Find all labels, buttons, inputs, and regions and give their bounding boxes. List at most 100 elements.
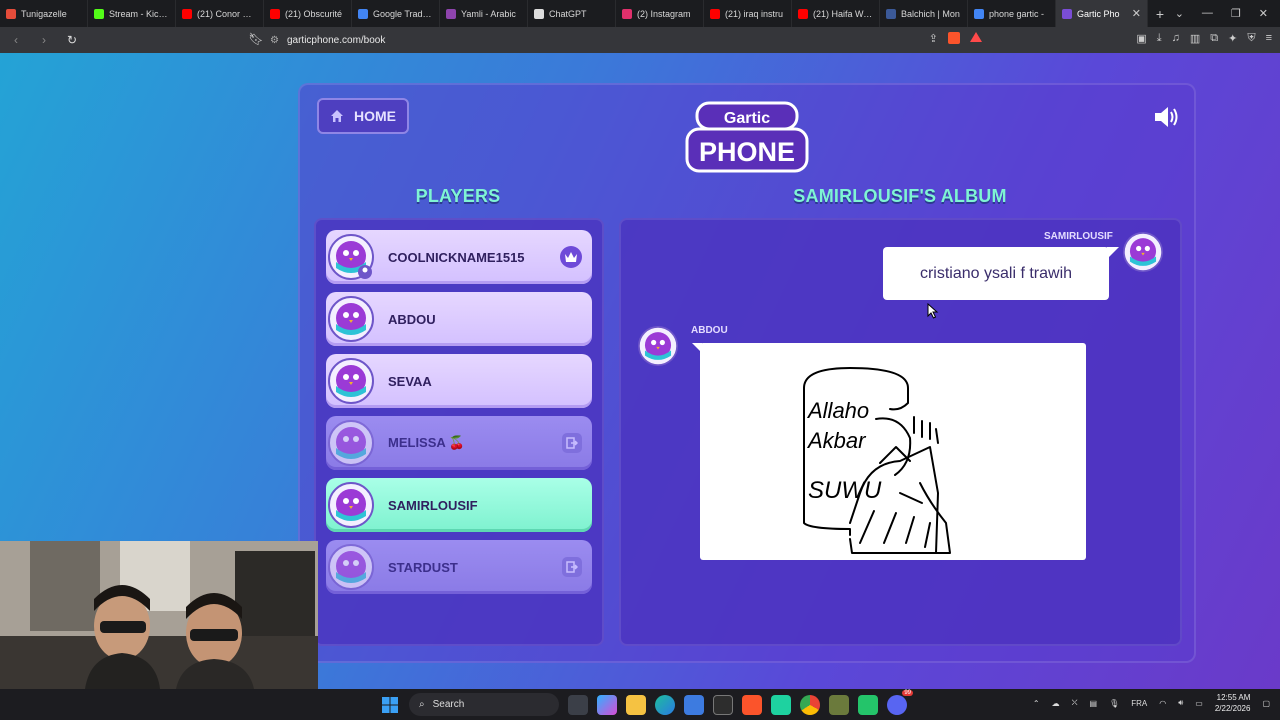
share-icon[interactable]: ⇪: [929, 32, 938, 45]
tab-favicon: [94, 8, 104, 19]
clock[interactable]: 12:55 AM 2/22/2026: [1215, 692, 1251, 714]
mouse-cursor-icon: [927, 303, 939, 319]
bookmark-icon[interactable]: 🔖︎: [248, 32, 264, 46]
player-card[interactable]: MELISSA 🍒: [326, 416, 592, 470]
app-icon[interactable]: [771, 694, 791, 715]
player-card[interactable]: SEVAA: [326, 354, 592, 408]
chrome-icon[interactable]: [800, 694, 820, 715]
browser-tab[interactable]: (21) Conor McG: [176, 0, 264, 27]
album-entry-author: SAMIRLOUSIF: [1044, 231, 1113, 242]
back-icon[interactable]: ‹: [8, 33, 24, 47]
battery-icon[interactable]: ▭: [1195, 699, 1203, 708]
browser-tab[interactable]: Balchich | Mon: [880, 0, 968, 27]
site-settings-icon[interactable]: ⚙︎: [270, 35, 279, 46]
brave-rewards-icon[interactable]: [970, 32, 982, 42]
volume-icon[interactable]: 🔊︎: [1178, 698, 1183, 708]
disconnected-icon: [562, 433, 582, 453]
menu-icon[interactable]: ≡: [1266, 32, 1272, 45]
maximize-icon[interactable]: ❐: [1231, 7, 1241, 20]
windows-start-icon[interactable]: [380, 695, 400, 715]
player-name: STARDUST: [388, 559, 458, 575]
tab-favicon: [710, 8, 720, 19]
browser-tab[interactable]: Tunigazelle: [0, 0, 88, 27]
crown-icon: [560, 246, 582, 268]
media-player-icon[interactable]: [858, 694, 878, 715]
tab-favicon: [622, 8, 632, 19]
speaker-icon[interactable]: [1153, 106, 1181, 128]
album-heading: SAMIRLOUSIF'S ALBUM: [793, 186, 1007, 206]
browser-tab[interactable]: (21) iraq instru: [704, 0, 792, 27]
browser-tab[interactable]: (21) Haifa Wah: [792, 0, 880, 27]
chevron-down-icon[interactable]: ⌄: [1175, 7, 1184, 20]
notifications-icon[interactable]: ▢: [1262, 699, 1270, 708]
brave-shields-icon[interactable]: [948, 32, 960, 44]
chevron-up-icon[interactable]: ⌃: [1033, 699, 1040, 708]
player-card-selected[interactable]: SAMIRLOUSIF: [326, 478, 592, 532]
tray-app-icon[interactable]: ⛌: [1072, 698, 1078, 708]
browser-tab[interactable]: (2) Instagram: [616, 0, 704, 27]
browser-tab[interactable]: Stream - Kick D: [88, 0, 176, 27]
browser-tab[interactable]: ChatGPT: [528, 0, 616, 27]
sidebar-icon[interactable]: ▥: [1190, 32, 1200, 45]
player-name: COOLNICKNAME1515: [388, 249, 525, 265]
taskbar-search[interactable]: ⌕ Search: [409, 693, 559, 716]
logo-top-text: Gartic: [724, 110, 770, 127]
close-window-icon[interactable]: ✕: [1259, 7, 1268, 20]
url-field[interactable]: ⚙︎ garticphone.com/book: [270, 32, 990, 49]
discord-icon[interactable]: 99: [887, 689, 913, 715]
logo-bottom-text: PHONE: [699, 137, 795, 167]
clock-date: 2/22/2026: [1214, 704, 1251, 713]
minimize-icon[interactable]: —: [1202, 7, 1213, 20]
new-tab-icon[interactable]: +: [1148, 6, 1172, 22]
tab-favicon: [446, 8, 456, 19]
drawing-text: Allaho: [806, 398, 869, 423]
app-icon[interactable]: [829, 694, 849, 715]
pigeon-avatar-icon: [328, 420, 374, 466]
language-indicator[interactable]: FRA: [1131, 699, 1147, 708]
browser-tab-bar: Tunigazelle Stream - Kick D (21) Conor M…: [0, 0, 1280, 27]
browser-tab[interactable]: Google Traduct: [352, 0, 440, 27]
music-icon[interactable]: ♫: [1172, 32, 1180, 45]
browser-tab[interactable]: (21) Obscurité: [264, 0, 352, 27]
clock-time: 12:55 AM: [1216, 693, 1251, 702]
wifi-icon[interactable]: ◠: [1159, 699, 1166, 708]
player-card[interactable]: COOLNICKNAME1515: [326, 230, 592, 284]
browser-toolbar-icons: ⇪: [929, 32, 982, 45]
tray-app-icon[interactable]: ▤: [1090, 699, 1098, 708]
edge-icon[interactable]: [655, 694, 675, 715]
close-tab-icon[interactable]: ✕: [1132, 7, 1141, 20]
url-text: garticphone.com/book: [286, 35, 386, 46]
file-explorer-icon[interactable]: [626, 694, 646, 715]
tab-favicon: [974, 8, 984, 19]
store-icon[interactable]: [684, 694, 704, 715]
tray-app-icon[interactable]: ☁: [1052, 699, 1060, 708]
home-icon: [331, 110, 343, 122]
home-button[interactable]: HOME: [317, 98, 409, 134]
player-card[interactable]: STARDUST: [326, 540, 592, 594]
browser-tab[interactable]: Yamli - Arabic: [440, 0, 528, 27]
browser-tab[interactable]: phone gartic -: [968, 0, 1056, 27]
leo-icon[interactable]: ✦: [1228, 32, 1237, 45]
pigeon-avatar-icon: [328, 234, 374, 280]
vpn-icon[interactable]: ⛨: [1247, 32, 1255, 45]
tab-favicon: [886, 8, 896, 19]
home-label: HOME: [354, 108, 396, 124]
microphone-icon[interactable]: 🎙︎: [1109, 699, 1119, 708]
copilot-icon[interactable]: [597, 694, 617, 715]
disconnected-icon: [562, 557, 582, 577]
brave-icon[interactable]: [742, 694, 762, 715]
webcam-video: [0, 541, 318, 689]
pigeon-avatar-icon: [1123, 232, 1163, 272]
notion-icon[interactable]: [713, 694, 733, 715]
pigeon-avatar-icon: [328, 544, 374, 590]
windows-taskbar: ⌕ Search 99 ⌃ ☁ ⛌ ▤ 🎙︎ FRA ◠ 🔊︎ ▭ 12:55 …: [0, 689, 1280, 720]
download-icon[interactable]: ⤓: [1157, 32, 1162, 45]
browser-tab-active[interactable]: Gartic Pho ✕: [1056, 0, 1148, 27]
player-card[interactable]: ABDOU: [326, 292, 592, 346]
reload-icon[interactable]: ↻: [64, 33, 80, 47]
extensions-icon[interactable]: ⧉: [1210, 32, 1218, 45]
task-view-icon[interactable]: [568, 694, 588, 715]
forward-icon[interactable]: ›: [36, 33, 52, 47]
window-controls: ⌄ — ❐ ✕: [1175, 7, 1280, 20]
wallet-icon[interactable]: ▣: [1136, 32, 1146, 45]
